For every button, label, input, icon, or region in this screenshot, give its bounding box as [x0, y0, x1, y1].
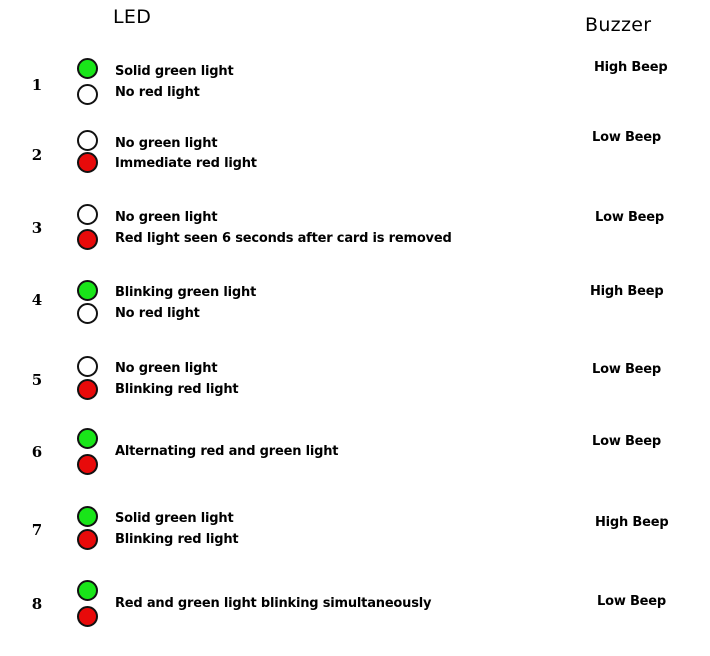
buzzer-value: High Beep — [590, 284, 664, 299]
row-number: 7 — [31, 521, 43, 539]
buzzer-value: Low Beep — [597, 594, 666, 609]
red-led-icon — [77, 303, 98, 324]
buzzer-value: Low Beep — [595, 210, 664, 225]
led-description-line-2: No red light — [115, 85, 200, 100]
led-description-line-1: Solid green light — [115, 511, 234, 526]
red-led-icon — [77, 454, 98, 475]
row-number: 8 — [31, 595, 43, 613]
green-led-icon — [77, 280, 98, 301]
green-led-icon — [77, 130, 98, 151]
green-led-icon — [77, 506, 98, 527]
led-description-line-1: No green light — [115, 136, 218, 151]
green-led-icon — [77, 58, 98, 79]
red-led-icon — [77, 152, 98, 173]
led-description-line-1: Solid green light — [115, 64, 234, 79]
led-description-line-2: Blinking red light — [115, 382, 239, 397]
led-description-line-2: Immediate red light — [115, 156, 257, 171]
led-description-line-2: No red light — [115, 306, 200, 321]
buzzer-value: Low Beep — [592, 434, 661, 449]
led-description-line-2: Blinking red light — [115, 532, 239, 547]
led-column-header: LED — [113, 6, 152, 28]
red-led-icon — [77, 606, 98, 627]
led-description-line-1: Blinking green light — [115, 285, 257, 300]
green-led-icon — [77, 428, 98, 449]
row-number: 6 — [31, 443, 43, 461]
led-description-line-1: Alternating red and green light — [115, 444, 339, 459]
row-number: 1 — [31, 76, 43, 94]
buzzer-value: Low Beep — [592, 130, 661, 145]
led-description-line-1: No green light — [115, 361, 218, 376]
led-description-line-2: Red light seen 6 seconds after card is r… — [115, 231, 452, 246]
buzzer-column-header: Buzzer — [585, 14, 652, 36]
buzzer-value: High Beep — [594, 60, 668, 75]
row-number: 4 — [31, 291, 43, 309]
row-number: 3 — [31, 219, 43, 237]
red-led-icon — [77, 379, 98, 400]
buzzer-value: High Beep — [595, 515, 669, 530]
red-led-icon — [77, 529, 98, 550]
red-led-icon — [77, 229, 98, 250]
red-led-icon — [77, 84, 98, 105]
buzzer-value: Low Beep — [592, 362, 661, 377]
green-led-icon — [77, 580, 98, 601]
row-number: 2 — [31, 146, 43, 164]
led-description-line-1: No green light — [115, 210, 218, 225]
green-led-icon — [77, 204, 98, 225]
green-led-icon — [77, 356, 98, 377]
led-description-line-1: Red and green light blinking simultaneou… — [115, 596, 432, 611]
row-number: 5 — [31, 371, 43, 389]
